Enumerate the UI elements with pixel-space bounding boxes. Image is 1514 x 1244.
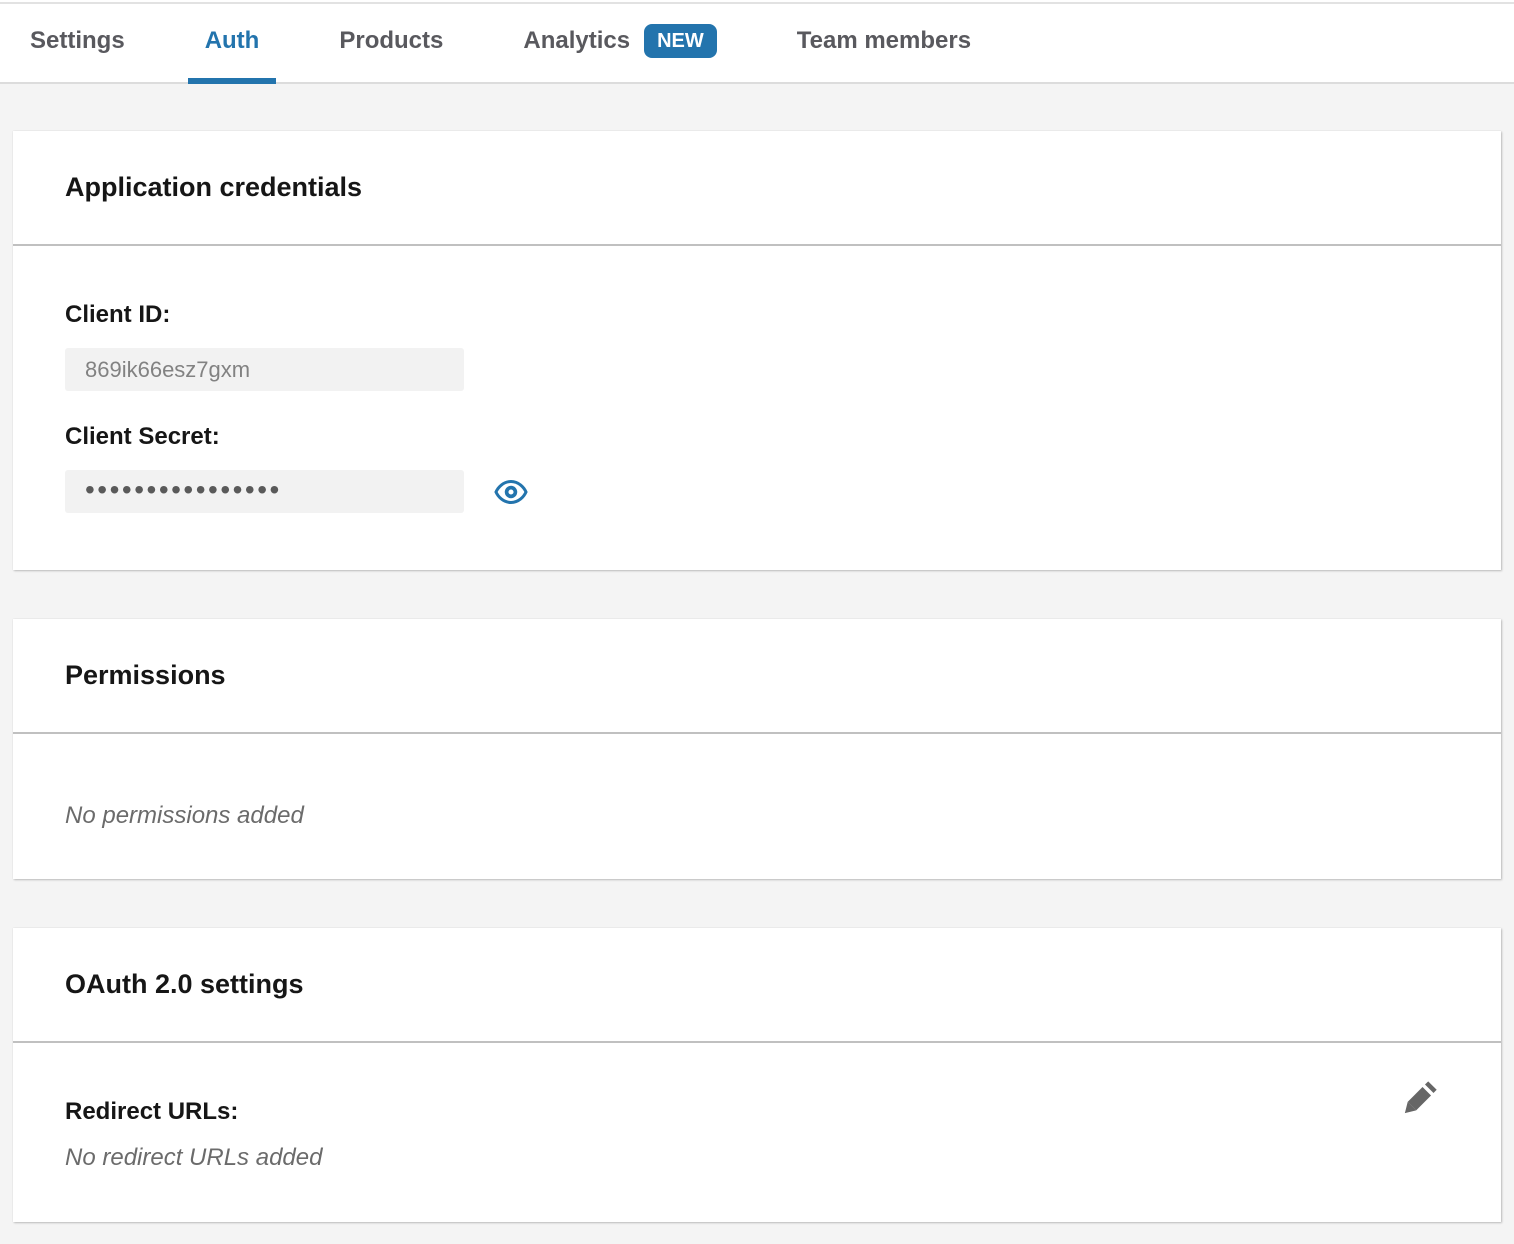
- no-redirect-urls-text: No redirect URLs added: [65, 1144, 1449, 1172]
- oauth-settings-card: OAuth 2.0 settings Redirect URLs: No red…: [13, 928, 1501, 1222]
- client-id-field[interactable]: 869ik66esz7gxm: [65, 348, 464, 391]
- client-secret-row: ••••••••••••••••: [65, 449, 1449, 513]
- tab-auth[interactable]: Auth: [188, 0, 277, 82]
- tab-analytics[interactable]: Analytics NEW: [506, 0, 733, 82]
- oauth-settings-body: Redirect URLs: No redirect URLs added: [13, 1043, 1501, 1222]
- tab-auth-label: Auth: [205, 27, 260, 55]
- tab-settings[interactable]: Settings: [13, 0, 142, 82]
- tab-team-members-label: Team members: [797, 27, 971, 55]
- oauth-settings-header: OAuth 2.0 settings: [13, 928, 1501, 1043]
- pencil-icon: [1395, 1075, 1443, 1123]
- no-permissions-text: No permissions added: [65, 802, 1449, 830]
- client-id-label: Client ID:: [65, 302, 1449, 327]
- tab-products-label: Products: [339, 27, 443, 55]
- permissions-title: Permissions: [65, 660, 226, 691]
- client-secret-field[interactable]: ••••••••••••••••: [65, 470, 464, 513]
- permissions-header: Permissions: [13, 619, 1501, 734]
- application-credentials-card: Application credentials Client ID: 869ik…: [13, 131, 1501, 570]
- client-id-value: 869ik66esz7gxm: [85, 357, 250, 383]
- auth-tab-content: Application credentials Client ID: 869ik…: [0, 84, 1514, 1222]
- edit-redirect-urls-button[interactable]: [1395, 1075, 1443, 1123]
- application-credentials-header: Application credentials: [13, 131, 1501, 246]
- redirect-urls-label: Redirect URLs:: [65, 1099, 1449, 1124]
- eye-icon: [494, 478, 528, 506]
- client-secret-masked-value: ••••••••••••••••: [85, 476, 282, 504]
- application-credentials-body: Client ID: 869ik66esz7gxm Client Secret:…: [13, 246, 1501, 570]
- reveal-secret-button[interactable]: [494, 478, 528, 506]
- permissions-body: No permissions added: [13, 734, 1501, 879]
- application-credentials-title: Application credentials: [65, 172, 362, 203]
- tab-products[interactable]: Products: [322, 0, 460, 82]
- oauth-settings-title: OAuth 2.0 settings: [65, 969, 304, 1000]
- permissions-card: Permissions No permissions added: [13, 619, 1501, 879]
- app-tab-bar: Settings Auth Products Analytics NEW Tea…: [0, 0, 1514, 84]
- client-secret-label: Client Secret:: [65, 424, 1449, 449]
- tab-team-members[interactable]: Team members: [780, 0, 988, 82]
- tab-analytics-label: Analytics: [523, 27, 630, 55]
- new-badge: NEW: [644, 24, 717, 58]
- tab-settings-label: Settings: [30, 27, 125, 55]
